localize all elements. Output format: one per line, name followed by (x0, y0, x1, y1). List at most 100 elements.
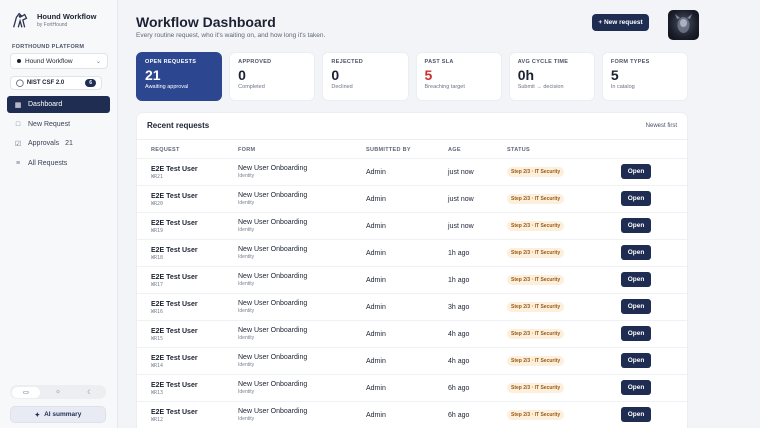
brand[interactable]: Hound Workflow by FortHound (10, 9, 96, 31)
open-button[interactable]: Open (621, 353, 651, 368)
new-request-button[interactable]: + New request (592, 14, 649, 31)
request-name: E2E Test User (151, 220, 198, 227)
open-button[interactable]: Open (621, 164, 651, 179)
stat-card-past-sla[interactable]: PAST SLA 5 Breaching target (415, 52, 502, 101)
table-row: E2E Test User WR19 New User Onboarding Ide… (137, 212, 687, 239)
sidebar-item-approvals[interactable]: ☑ Approvals 21 (7, 135, 110, 152)
table-row: E2E Test User WR16 New User Onboarding Ide… (137, 293, 687, 320)
column-header-age: AGE (448, 147, 461, 153)
platform-select[interactable]: Hound Workflow ⌄ (10, 53, 108, 69)
column-header-form: FORM (238, 147, 256, 153)
sidebar-item-label: All Requests (28, 159, 68, 167)
open-button[interactable]: Open (621, 218, 651, 233)
document-plus-icon: □ (15, 120, 21, 128)
request-id: WR14 (151, 363, 164, 369)
form-category: Identity (238, 362, 255, 368)
sidebar: Hound Workflow by FortHound FORTHOUND PL… (0, 0, 118, 428)
submitted-by: Admin (366, 358, 386, 365)
table-row: E2E Test User WR21 New User Onboarding Ide… (137, 158, 687, 185)
framework-badge: 6 (85, 79, 96, 87)
page-subtitle: Every routine request, who it's waiting … (136, 32, 326, 39)
sidebar-item-all-requests[interactable]: ≡ All Requests (7, 155, 110, 172)
stat-caption: Submit → decision (517, 84, 564, 90)
recent-requests-panel: Recent requests Newest first REQUEST FOR… (136, 112, 688, 428)
column-header-submitted-by: SUBMITTED BY (366, 147, 411, 153)
submitted-by: Admin (366, 412, 386, 419)
form-name: New User Onboarding (238, 192, 308, 199)
stat-card-approved[interactable]: APPROVED 0 Completed (229, 52, 316, 101)
open-button[interactable]: Open (621, 299, 651, 314)
column-header-request: REQUEST (151, 147, 180, 153)
submitted-by: Admin (366, 277, 386, 284)
submitted-by: Admin (366, 385, 386, 392)
stat-label: AVG CYCLE TIME (517, 59, 569, 65)
framework-label: NIST CSF 2.0 (26, 80, 65, 86)
sidebar-item-new-request[interactable]: □ New Request (7, 116, 110, 133)
stat-card-open-requests[interactable]: OPEN REQUESTS 21 Awaiting approval (136, 52, 223, 101)
status-badge: Step 2/3 · IT Security (507, 167, 565, 177)
stat-card-form-types[interactable]: FORM TYPES 5 In catalog (601, 52, 689, 101)
table-row: E2E Test User WR14 New User Onboarding Ide… (137, 347, 687, 374)
monitor-icon[interactable]: ▭ (12, 386, 40, 398)
ai-summary-button[interactable]: ✦ AI summary (10, 406, 106, 423)
table-row: E2E Test User WR12 New User Onboarding Ide… (137, 401, 687, 428)
stat-value: 0 (238, 67, 246, 83)
status-badge: Step 2/3 · IT Security (507, 302, 565, 312)
chevron-down-icon: ⌄ (95, 58, 101, 65)
sidebar-item-dashboard[interactable]: ▦ Dashboard (7, 96, 110, 113)
list-icon: ≡ (15, 159, 21, 167)
request-id: WR20 (151, 201, 164, 207)
stat-card-avg-cycle-time[interactable]: AVG CYCLE TIME 0h Submit → decision (508, 52, 595, 101)
table-row: E2E Test User WR20 New User Onboarding Ide… (137, 185, 687, 212)
table-body: E2E Test User WR21 New User Onboarding Ide… (137, 158, 687, 428)
form-name: New User Onboarding (238, 354, 308, 361)
stat-label: FORM TYPES (610, 59, 650, 65)
shield-icon: ◯ (16, 80, 24, 87)
open-button[interactable]: Open (621, 407, 651, 422)
request-id: WR19 (151, 228, 164, 234)
request-age: 6h ago (448, 385, 470, 392)
platform-section-label: FORTHOUND PLATFORM (12, 44, 85, 50)
form-category: Identity (238, 335, 255, 341)
request-name: E2E Test User (151, 409, 198, 416)
form-name: New User Onboarding (238, 219, 308, 226)
brand-name: Hound Workflow (37, 12, 97, 21)
sort-selector[interactable]: Newest first (646, 123, 677, 129)
avatar[interactable] (668, 10, 699, 40)
status-dot-icon (17, 59, 21, 63)
form-category: Identity (238, 227, 255, 233)
brand-subtitle: by FortHound (37, 22, 68, 28)
request-age: 3h ago (448, 304, 470, 311)
open-button[interactable]: Open (621, 380, 651, 395)
request-name: E2E Test User (151, 382, 198, 389)
form-name: New User Onboarding (238, 327, 308, 334)
sun-icon[interactable]: ☼ (44, 387, 72, 398)
ai-summary-label: AI summary (44, 411, 82, 418)
stat-caption: Breaching target (424, 84, 465, 90)
request-name: E2E Test User (151, 247, 198, 254)
request-age: 4h ago (448, 331, 470, 338)
request-age: just now (448, 196, 474, 203)
request-age: 1h ago (448, 277, 470, 284)
stat-label: REJECTED (331, 59, 364, 65)
request-id: WR17 (151, 282, 164, 288)
stat-caption: Declined (331, 84, 353, 90)
request-id: WR21 (151, 174, 164, 180)
grid-icon: ▦ (14, 101, 22, 109)
open-button[interactable]: Open (621, 191, 651, 206)
framework-selector[interactable]: ◯ NIST CSF 2.0 6 (10, 76, 102, 90)
open-button[interactable]: Open (621, 245, 651, 260)
status-badge: Step 2/3 · IT Security (507, 356, 565, 366)
request-name: E2E Test User (151, 301, 198, 308)
form-name: New User Onboarding (238, 381, 308, 388)
open-button[interactable]: Open (621, 326, 651, 341)
form-name: New User Onboarding (238, 300, 308, 307)
column-header-status: STATUS (507, 147, 530, 153)
open-button[interactable]: Open (621, 272, 651, 287)
moon-icon[interactable]: ☾ (76, 387, 104, 398)
stat-card-rejected[interactable]: REJECTED 0 Declined (322, 52, 409, 101)
theme-switch: ▭ ☼ ☾ (10, 385, 106, 399)
stat-value: 0 (331, 67, 340, 83)
sidebar-item-label: New Request (28, 120, 71, 128)
status-badge: Step 2/3 · IT Security (507, 275, 565, 285)
